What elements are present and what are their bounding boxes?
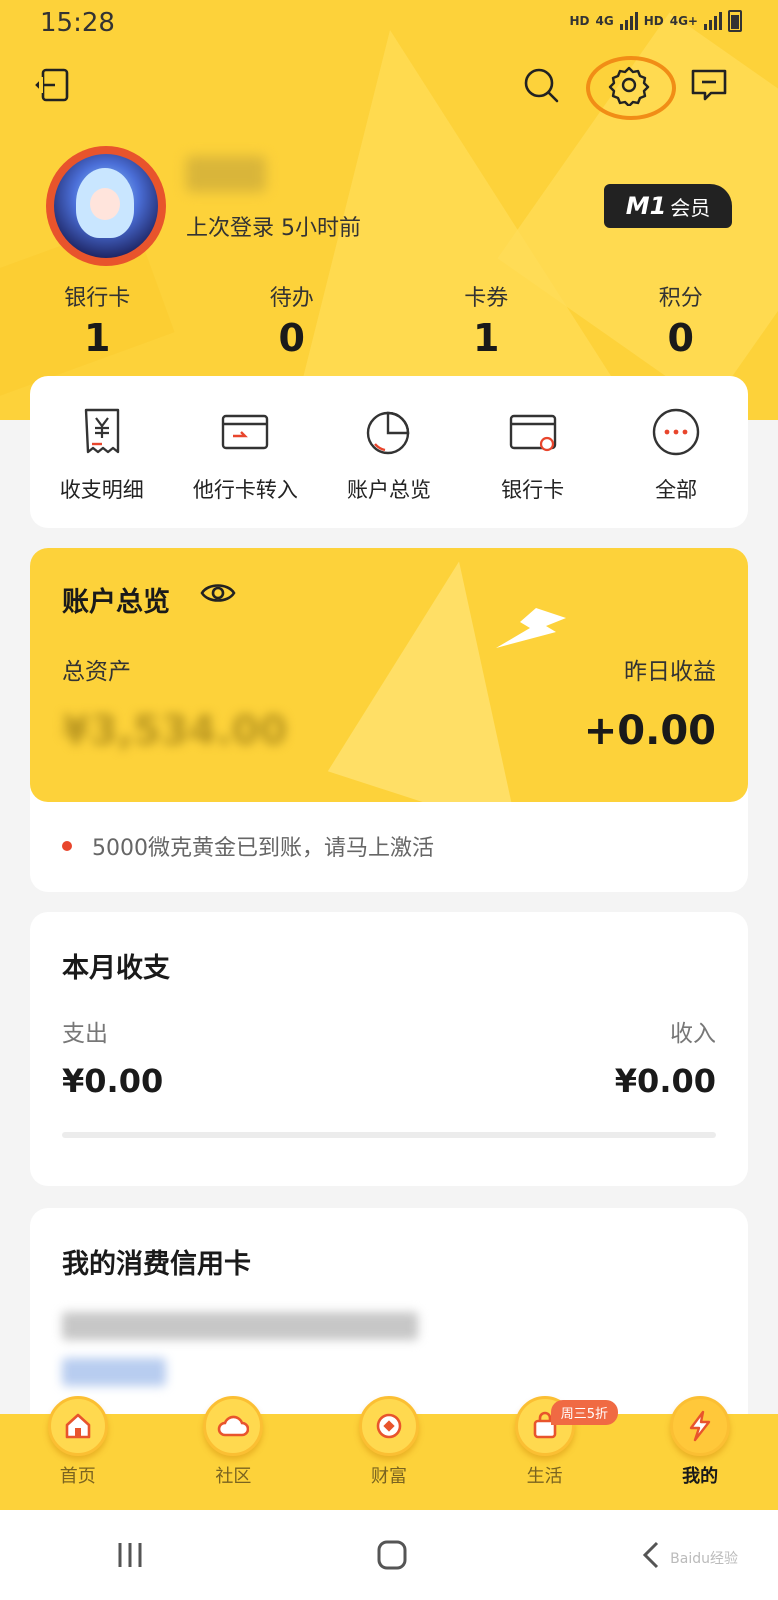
lightning-icon: [496, 608, 566, 648]
total-assets-value: ¥3,534.00: [62, 708, 288, 754]
gear-icon: [608, 66, 650, 106]
search-icon: [524, 68, 559, 103]
more-dots-icon: [652, 408, 700, 456]
settings-button[interactable]: [606, 62, 652, 108]
expense-value: ¥0.00: [62, 1062, 164, 1100]
avatar[interactable]: [46, 146, 166, 266]
status-indicators: HD 4G HD 4G+: [570, 10, 742, 32]
exit-button[interactable]: [30, 62, 76, 108]
cloud-icon: [218, 1415, 250, 1437]
income-label: 收入: [670, 1021, 716, 1047]
message-icon: [691, 69, 727, 101]
tab-life[interactable]: 周三5折 生活: [467, 1396, 623, 1510]
tab-home[interactable]: 首页: [0, 1396, 156, 1510]
last-login-text: 上次登录 5小时前: [186, 216, 361, 241]
stat-coupons[interactable]: 卡券 1: [389, 280, 584, 360]
overview-title: 账户总览: [62, 587, 170, 618]
eye-icon[interactable]: [200, 580, 236, 606]
card-transfer-icon: [222, 414, 269, 450]
quick-action-transfer-in[interactable]: 他行卡转入: [174, 376, 318, 528]
tab-wealth[interactable]: 财富: [311, 1396, 467, 1510]
account-overview-card[interactable]: 账户总览 总资产 ¥3,534.00 昨日收益 +0.00 5000微克黄金已到…: [30, 548, 748, 892]
monthly-title: 本月收支: [62, 953, 170, 984]
income-value: ¥0.00: [614, 1062, 716, 1100]
monthly-summary-card[interactable]: 本月收支 支出 收入 ¥0.00 ¥0.00: [30, 912, 748, 1186]
lightning-icon: [689, 1410, 711, 1442]
home-icon: [65, 1413, 91, 1439]
signal-icon: [704, 12, 722, 30]
notice-dot: [62, 841, 72, 851]
battery-icon: [728, 10, 742, 32]
account-stats: 银行卡 1 待办 0 卡券 1 积分 0: [0, 280, 778, 360]
credit-title: 我的消费信用卡: [62, 1249, 251, 1280]
expense-label: 支出: [62, 1021, 108, 1047]
tab-mine[interactable]: 我的: [622, 1396, 778, 1510]
bank-card-icon: [509, 414, 556, 452]
search-button[interactable]: [518, 62, 564, 108]
stat-bank-cards[interactable]: 银行卡 1: [0, 280, 195, 360]
gold-notice[interactable]: 5000微克黄金已到账，请马上激活: [62, 830, 434, 862]
yesterday-earnings-label: 昨日收益: [624, 659, 716, 685]
receipt-yen-icon: [84, 408, 119, 454]
back-button[interactable]: [639, 1540, 663, 1570]
home-nav-button[interactable]: [376, 1539, 408, 1571]
member-badge[interactable]: M1 会员: [604, 184, 732, 228]
yesterday-earnings-value: +0.00: [583, 708, 716, 754]
credit-info-blurred: [62, 1312, 418, 1340]
logout-icon: [35, 68, 69, 102]
stat-todo[interactable]: 待办 0: [195, 280, 390, 360]
quick-action-all[interactable]: 全部: [604, 376, 748, 528]
recent-apps-button[interactable]: [115, 1541, 145, 1569]
watermark: Baidu经验: [670, 1551, 738, 1567]
quick-action-bank-card[interactable]: 银行卡: [461, 376, 605, 528]
coin-icon: [376, 1413, 402, 1439]
system-nav-bar: [0, 1510, 778, 1600]
quick-actions: 收支明细 他行卡转入 账户总览 银行卡 全部: [30, 376, 748, 528]
credit-link-blurred[interactable]: [62, 1358, 166, 1386]
messages-button[interactable]: [686, 62, 732, 108]
status-time: 15:28: [40, 8, 115, 38]
total-assets-label: 总资产: [62, 659, 131, 685]
username-blurred: [186, 156, 266, 192]
status-bar: 15:28 HD 4G HD 4G+: [0, 0, 778, 50]
signal-icon: [619, 12, 638, 30]
promo-badge: 周三5折: [550, 1400, 619, 1425]
pie-chart-icon: [366, 411, 410, 455]
stat-points[interactable]: 积分 0: [584, 280, 778, 360]
tab-community[interactable]: 社区: [156, 1396, 312, 1510]
quick-action-overview[interactable]: 账户总览: [317, 376, 461, 528]
quick-action-transactions[interactable]: 收支明细: [30, 376, 174, 528]
bottom-tab-bar: 首页 社区 财富 周三5折 生活 我的: [0, 1396, 778, 1510]
balance-bar: [62, 1132, 716, 1138]
